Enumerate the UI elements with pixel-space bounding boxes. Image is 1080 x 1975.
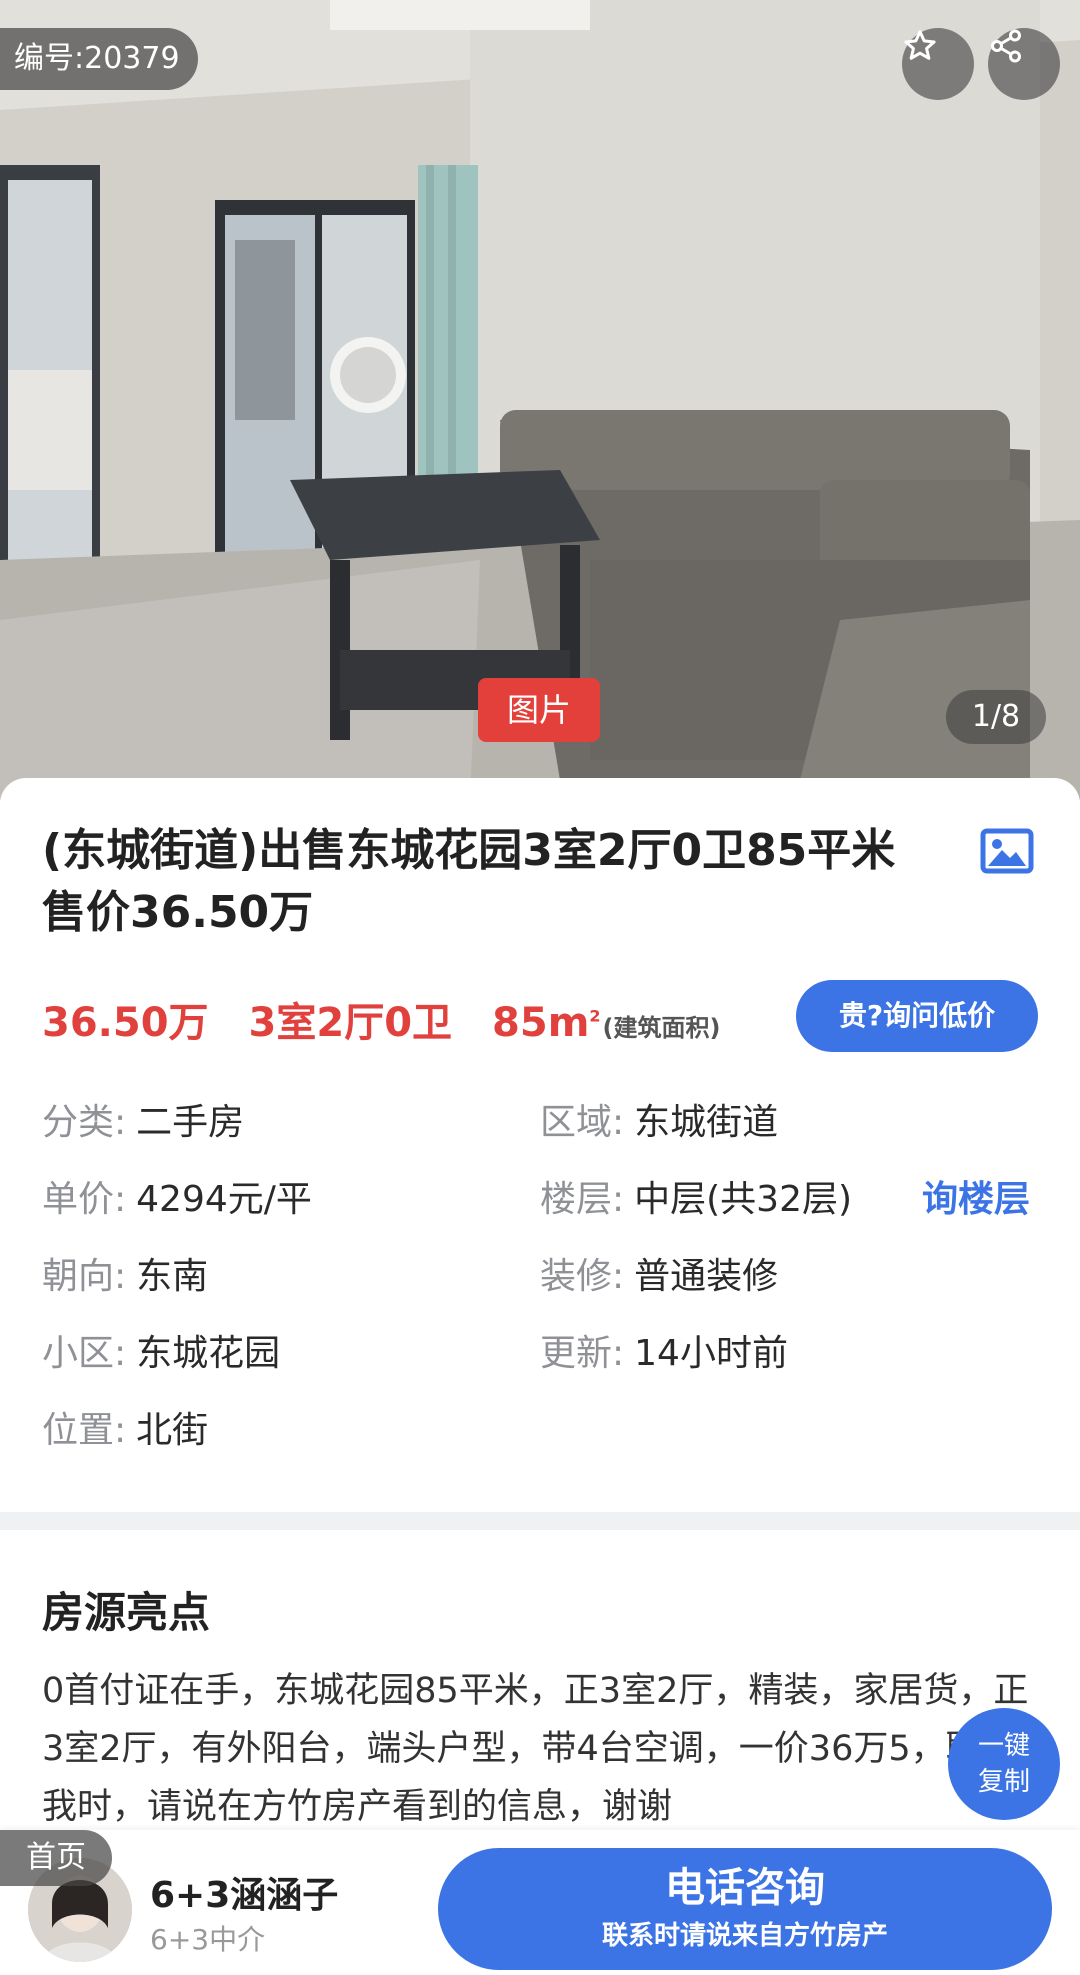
detail-value: 14小时前 xyxy=(634,1333,788,1374)
floor-area-unit-sup: 2 xyxy=(589,1006,601,1026)
detail-unit-price: 单价: 4294元/平 xyxy=(42,1175,312,1225)
ask-floor-link[interactable]: 询楼层 xyxy=(922,1175,1030,1225)
detail-label: 位置: xyxy=(42,1410,127,1451)
detail-label: 楼层: xyxy=(540,1179,625,1220)
listing-id-badge: 编号:20379 xyxy=(0,28,198,90)
detail-location: 位置: 北街 xyxy=(42,1406,208,1456)
detail-value: 二手房 xyxy=(136,1102,245,1143)
detail-value: 4294元/平 xyxy=(136,1179,312,1220)
detail-value: 东城街道 xyxy=(634,1102,779,1143)
agent-name: 6+3涵涵子 xyxy=(150,1875,339,1916)
detail-district: 区域: 东城街道 xyxy=(540,1098,778,1148)
floor-area-value: 85m xyxy=(492,1000,590,1046)
detail-value: 东城花园 xyxy=(136,1333,281,1374)
detail-value: 东南 xyxy=(136,1256,209,1297)
phone-consult-button[interactable]: 电话咨询 联系时请说来自方竹房产 xyxy=(438,1848,1052,1970)
highlights-text: 0首付证在手，东城花园85平米，正3室2厅，精装，家居货，正3室2厅，有外阳台，… xyxy=(42,1671,1029,1827)
total-price: 36.50万 xyxy=(42,1000,209,1046)
copy-button[interactable]: 一键 复制 xyxy=(948,1708,1060,1820)
copy-button-line2: 复制 xyxy=(977,1767,1030,1797)
highlights-title: 房源亮点 xyxy=(42,1588,211,1637)
detail-value: 普通装修 xyxy=(634,1256,779,1297)
detail-decoration: 装修: 普通装修 xyxy=(540,1252,778,1302)
detail-label: 区域: xyxy=(540,1102,625,1143)
photo-counter: 1/8 xyxy=(946,690,1046,744)
detail-value: 中层(共32层) xyxy=(634,1179,853,1220)
detail-updated: 更新: 14小时前 xyxy=(540,1329,788,1379)
area-note: (建筑面积) xyxy=(602,1014,721,1042)
call-button-title: 电话咨询 xyxy=(665,1865,825,1911)
copy-button-line1: 一键 xyxy=(977,1731,1030,1761)
section-divider xyxy=(0,1512,1080,1530)
star-icon xyxy=(904,30,936,60)
photo-tab[interactable]: 图片 xyxy=(478,678,600,742)
detail-label: 分类: xyxy=(42,1102,127,1143)
price-summary: 36.50万 3室2厅0卫 85m2 (建筑面积) xyxy=(42,990,720,1050)
listing-title: (东城街道)出售东城花园3室2厅0卫85平米 售价36.50万 xyxy=(42,825,896,938)
floor-area: 85m2 xyxy=(492,1000,600,1046)
detail-label: 更新: xyxy=(540,1333,625,1374)
home-button[interactable]: 首页 xyxy=(0,1830,112,1886)
share-button[interactable] xyxy=(988,28,1060,100)
gallery-icon xyxy=(980,828,1034,874)
ask-low-price-button[interactable]: 贵?询问低价 xyxy=(796,980,1038,1052)
agent-role: 6+3中介 xyxy=(150,1923,266,1956)
share-icon xyxy=(991,29,1021,63)
call-button-subtitle: 联系时请说来自方竹房产 xyxy=(601,1921,888,1951)
listing-photo[interactable]: 编号:20379 图片 1/8 xyxy=(0,0,1080,800)
detail-floor: 楼层: 中层(共32层) xyxy=(540,1175,852,1225)
detail-category: 分类: 二手房 xyxy=(42,1098,244,1148)
detail-label: 朝向: xyxy=(42,1256,127,1297)
detail-label: 单价: xyxy=(42,1179,127,1220)
detail-orientation: 朝向: 东南 xyxy=(42,1252,208,1302)
room-layout: 3室2厅0卫 xyxy=(248,1000,453,1046)
favorite-button[interactable] xyxy=(902,28,974,100)
detail-label: 小区: xyxy=(42,1333,127,1374)
detail-value: 北街 xyxy=(136,1410,209,1451)
detail-label: 装修: xyxy=(540,1256,625,1297)
gallery-button[interactable] xyxy=(980,828,1034,878)
detail-community: 小区: 东城花园 xyxy=(42,1329,280,1379)
